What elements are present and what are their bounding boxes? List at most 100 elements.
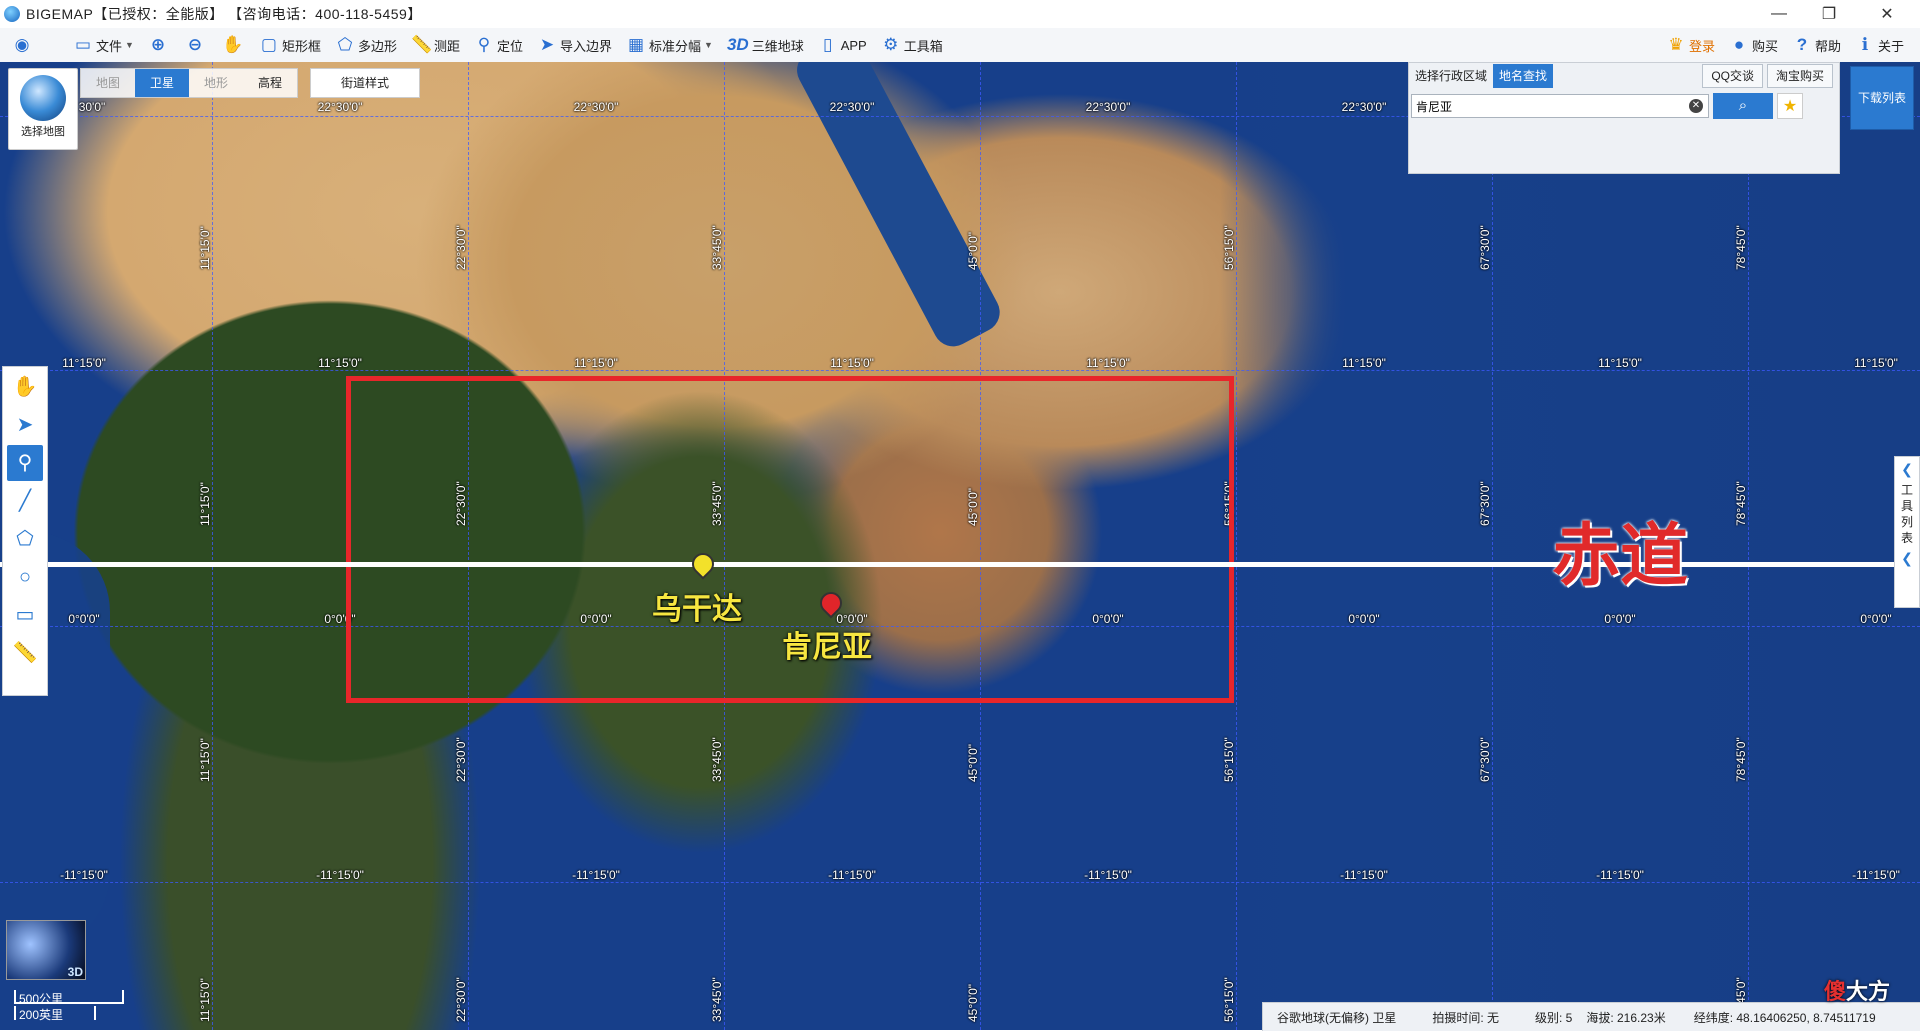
minimize-button[interactable]: — [1756, 0, 1802, 28]
lat-label: -11°15'0" [1340, 868, 1388, 882]
restore-button[interactable]: ❐ [1806, 0, 1852, 28]
taobao-buy-button[interactable]: 淘宝购买 [1766, 64, 1833, 88]
ruler-tool[interactable]: 📏 [7, 635, 43, 671]
marker-tool[interactable]: ⚲ [7, 445, 43, 481]
polygon-icon: ⬠ [16, 528, 34, 550]
pan-tool[interactable]: ✋ [7, 369, 43, 405]
lat-label: -11°15'0" [1852, 868, 1900, 882]
select-tool[interactable]: ➤ [7, 407, 43, 443]
lon-label: 45°0'0" [966, 231, 980, 270]
file-menu[interactable]: ▭ 文件 ▼ [69, 30, 138, 60]
lat-label: 0°0'0" [1348, 612, 1380, 626]
select-map-button[interactable]: 选择地图 [8, 68, 78, 150]
hand-icon: ✋ [12, 376, 38, 398]
main-toolbar: ◉ ▭ 文件 ▼ ⊕ ⊖ ✋ ▢ 矩形框 ⬠ 多边形 📏 测距 ⚲ 定位 ➤ 导入边界 ▦ 标准… [0, 28, 1920, 63]
circle-tool[interactable]: ○ [7, 559, 43, 595]
search-input[interactable] [1411, 94, 1709, 118]
rectangle-tool[interactable]: ▭ [7, 597, 43, 633]
help-button[interactable]: ? 帮助 [1788, 30, 1845, 60]
lat-label: 22°30'0" [1341, 100, 1387, 114]
polygon-tool[interactable]: ⬠ [7, 521, 43, 557]
polygon-select-button[interactable]: ⬠ 多边形 [331, 30, 401, 60]
lat-label: 11°15'0" [1086, 356, 1130, 370]
tab-place-search[interactable]: 地名查找 [1493, 64, 1554, 88]
tool-list-label: 具 [1900, 499, 1913, 513]
grid-line-v [1236, 62, 1237, 1030]
measure-label: 测距 [433, 38, 460, 54]
lon-label: 56°15'0" [1222, 737, 1236, 782]
street-style-button[interactable]: 街道样式 [310, 68, 420, 98]
tab-elevation[interactable]: 高程 [243, 69, 297, 97]
about-button[interactable]: ℹ 关于 [1851, 30, 1908, 60]
status-bar: 谷歌地球(无偏移) 卫星 拍摄时间: 无 级别: 5 海拔: 216.23米 经… [1262, 1002, 1920, 1031]
scale-metric: 500公里 [14, 990, 124, 1006]
tab-satellite[interactable]: 卫星 [135, 69, 189, 97]
search-button[interactable]: ⌕ [1713, 93, 1773, 119]
grid-icon: ▦ [627, 35, 645, 54]
lat-label: 22°30'0" [317, 100, 363, 114]
toolbox-label: 工具箱 [903, 38, 943, 54]
import-border-button[interactable]: ➤ 导入边界 [533, 30, 616, 60]
help-icon: ? [1796, 35, 1808, 54]
tab-map[interactable]: 地图 [81, 69, 135, 97]
grid-line-h [0, 882, 1920, 883]
download-list-button[interactable]: 下载列表 [1850, 66, 1914, 130]
buy-button[interactable]: ● 购买 [1725, 30, 1782, 60]
line-tool[interactable]: ╱ [7, 483, 43, 519]
status-altitude: 海拔: 216.23米 [1586, 1010, 1666, 1025]
standard-grid-label: 标准分幅 [649, 38, 702, 54]
map-type-tabs: 地图 卫星 地形 高程 [80, 68, 298, 98]
locate-label: 定位 [496, 38, 523, 54]
lat-label: -11°15'0" [60, 868, 108, 882]
equator-annotation: 赤道 [1552, 518, 1689, 594]
lat-label: 11°15'0" [318, 356, 362, 370]
scale-imperial: 200英里 [14, 1006, 96, 1022]
chevron-left-icon: ❮ [1901, 461, 1913, 477]
app-label: APP [840, 37, 867, 53]
measure-button[interactable]: 📏 测距 [407, 30, 464, 60]
three-d-earth-button[interactable]: 3D 三维地球 [723, 30, 808, 60]
lat-label: 22°30'0" [829, 100, 875, 114]
tool-list-label: 工 [1900, 483, 1913, 497]
login-button[interactable]: ♛ 登录 [1662, 30, 1719, 60]
lon-label: 56°15'0" [1222, 977, 1236, 1022]
locate-button[interactable]: ⚲ 定位 [470, 30, 527, 60]
close-button[interactable]: ✕ [1864, 0, 1910, 28]
watermark-text: 大方 [1846, 979, 1891, 1004]
lon-label: 78°45'0" [1734, 481, 1748, 526]
pan-button[interactable]: ✋ [218, 30, 249, 60]
toolbox-button[interactable]: ⚙ 工具箱 [877, 30, 947, 60]
standard-grid-menu[interactable]: ▦ 标准分幅 ▼ [622, 30, 717, 60]
lon-label: 22°30'0" [454, 737, 468, 782]
tab-terrain[interactable]: 地形 [189, 69, 243, 97]
clear-icon[interactable]: ✕ [1689, 99, 1703, 113]
about-label: 关于 [1877, 38, 1904, 54]
select-map-label: 选择地图 [21, 126, 65, 138]
buy-label: 购买 [1751, 38, 1778, 54]
tool-list-label: 表 [1900, 531, 1913, 545]
qq-chat-button[interactable]: QQ交谈 [1702, 64, 1763, 88]
ruler-icon: 📏 [410, 35, 433, 54]
lat-label: 22°30'0" [573, 100, 619, 114]
watermark-logo: 傻大方 [1824, 974, 1890, 1006]
rect-select-button[interactable]: ▢ 矩形框 [255, 30, 325, 60]
tool-list-panel-toggle[interactable]: ❮ 工 具 列 表 ❮ [1894, 456, 1920, 608]
ruler-icon: 📏 [12, 642, 38, 664]
lon-label: 78°45'0" [1734, 225, 1748, 270]
zoom-out-button[interactable]: ⊖ [181, 30, 212, 60]
mini-3d-globe[interactable]: 3D [6, 920, 86, 980]
lat-label: -11°15'0" [572, 868, 620, 882]
folder-icon: ▭ [74, 35, 92, 54]
favorite-button[interactable]: ★ [1777, 93, 1803, 119]
lat-label: 11°15'0" [1854, 356, 1898, 370]
chevron-left-icon: ❮ [1901, 550, 1913, 566]
zoom-in-button[interactable]: ⊕ [144, 30, 175, 60]
lon-label: 11°15'0" [198, 978, 212, 1022]
lon-label: 33°45'0" [710, 737, 724, 782]
globe-button[interactable]: ◉ [8, 30, 39, 60]
lat-label: 22°30'0" [1085, 100, 1131, 114]
tab-admin-region[interactable]: 选择行政区域 [1409, 64, 1493, 88]
app-button[interactable]: ▯ APP [814, 30, 871, 60]
earth-icon [20, 75, 66, 121]
title-bar: BIGEMAP【已授权：全能版】 【咨询电话：400-118-5459】 — ❐… [0, 0, 1920, 28]
